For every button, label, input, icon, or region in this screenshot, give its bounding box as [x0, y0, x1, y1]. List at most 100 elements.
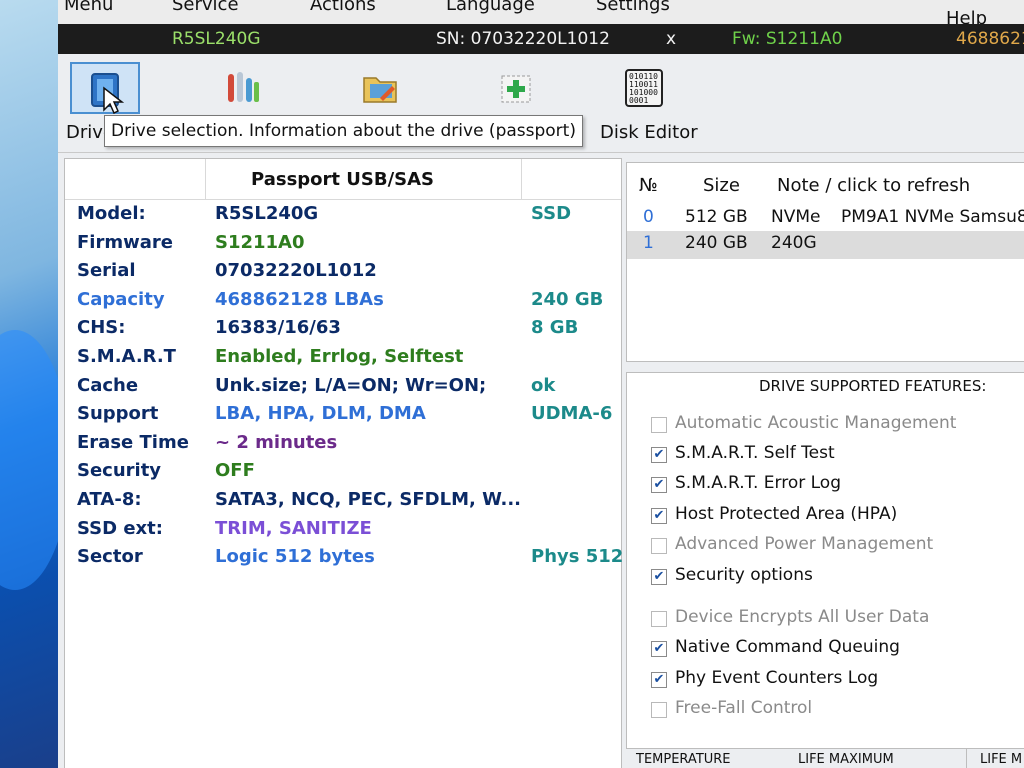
passport-row: Firmware S1211A0 — [65, 232, 621, 261]
passport-value: Enabled, Errlog, Selftest — [215, 346, 464, 367]
passport-label: ATA-8: — [77, 489, 142, 510]
passport-label: SSD ext: — [77, 517, 163, 539]
drive-list-col-note[interactable]: Note / click to refresh — [777, 175, 970, 196]
features-panel: DRIVE SUPPORTED FEATURES: Automatic Acou… — [626, 372, 1024, 750]
feature-label: Device Encrypts All User Data — [675, 607, 930, 627]
feature-label: Automatic Acoustic Management — [675, 413, 957, 433]
stats-bar: TEMPERATURE LIFE MAXIMUM LIFE M — [626, 748, 1024, 768]
passport-row: Serial 07032220L1012 — [65, 260, 621, 289]
empty-checkbox-icon[interactable] — [651, 611, 667, 627]
disk-editor-label: Disk Editor — [600, 122, 698, 143]
passport-value: TRIM, SANITIZE — [215, 517, 372, 539]
passport-value: Unk.size; L/A=ON; Wr=ON; — [215, 374, 487, 396]
passport-value: S1211A0 — [215, 231, 305, 253]
disk-editor-bits-3: 0001 — [629, 96, 648, 105]
passport-value: Logic 512 bytes — [215, 546, 375, 568]
checkmark-icon[interactable]: ✔ — [651, 569, 667, 585]
drive-row-name: PM9A1 NVMe Samsu80 — [841, 207, 1024, 227]
test-tubes-icon — [228, 72, 259, 102]
passport-value: R5SL240G — [215, 203, 319, 224]
menu-item-service[interactable]: Service — [172, 0, 239, 15]
drive-list-col-size[interactable]: Size — [703, 175, 740, 196]
passport-value: 07032220L1012 — [215, 260, 377, 282]
passport-row: S.M.A.R.T Enabled, Errlog, Selftest — [65, 346, 621, 375]
passport-row: Sector Logic 512 bytes Phys 512 — [65, 546, 624, 575]
passport-label: Sector — [77, 546, 143, 568]
drive-row-size: 240 GB — [685, 233, 748, 253]
passport-row: Security OFF — [65, 460, 621, 489]
passport-value: LBA, HPA, DLM, DMA — [215, 403, 426, 425]
passport-row: ATA-8: SATA3, NCQ, PEC, SFDLM, W... — [65, 489, 621, 518]
plus-icon — [501, 75, 531, 103]
passport-label: Firmware — [77, 231, 173, 253]
passport-value: OFF — [215, 460, 255, 482]
folder-edit-icon — [363, 77, 397, 103]
menu-item-actions[interactable]: Actions — [310, 0, 376, 15]
passport-row: Cache Unk.size; L/A=ON; Wr=ON; ok — [65, 375, 621, 404]
desktop-wallpaper — [0, 0, 70, 768]
passport-label: Capacity — [77, 288, 165, 310]
menu-item-language[interactable]: Language — [446, 0, 535, 15]
drive-list-row-selected[interactable]: 1 240 GB 240G — [627, 231, 1024, 259]
passport-value: ~ 2 minutes — [215, 431, 338, 453]
passport-label: Cache — [77, 374, 139, 396]
passport-header: Passport USB/SAS — [65, 159, 621, 200]
drive-info-bar: R5SL240G SN: 07032220L1012 x Fw: S1211A0… — [58, 24, 1024, 54]
feature-label: S.M.A.R.T. Error Log — [675, 473, 841, 493]
checkmark-icon[interactable]: ✔ — [651, 641, 667, 657]
passport-row: Model: R5SL240G SSD — [65, 203, 621, 232]
passport-row: Erase Time ~ 2 minutes — [65, 432, 621, 461]
passport-label: Erase Time — [77, 431, 189, 453]
infobar-lba: 4688621 — [956, 29, 1024, 49]
menu-item-settings[interactable]: Settings — [596, 0, 670, 15]
checkmark-icon[interactable]: ✔ — [651, 508, 667, 524]
add-button[interactable] — [482, 62, 552, 114]
passport-value: 468862128 LBAs — [215, 288, 384, 310]
menu-item-menu[interactable]: Menu — [64, 0, 113, 15]
empty-checkbox-icon[interactable] — [651, 538, 667, 554]
folder-button[interactable] — [346, 62, 416, 114]
feature-label: Phy Event Counters Log — [675, 668, 879, 688]
feature-label: Host Protected Area (HPA) — [675, 504, 898, 524]
passport-row: Support LBA, HPA, DLM, DMA UDMA-6 — [65, 403, 621, 432]
drive-tooltip: Drive selection. Information about the d… — [104, 115, 583, 147]
feature-label: Security options — [675, 565, 813, 585]
drive-row-no: 0 — [643, 207, 654, 227]
passport-label: Support — [77, 403, 159, 425]
life-maximum-label: LIFE MAXIMUM — [798, 752, 894, 767]
infobar-firmware: Fw: S1211A0 — [732, 29, 843, 49]
drive-list-col-no[interactable]: № — [639, 175, 658, 196]
passport-label: CHS: — [77, 317, 126, 339]
passport-extra: SSD — [531, 203, 572, 224]
passport-value: SATA3, NCQ, PEC, SFDLM, W... — [215, 489, 522, 510]
feature-label: S.M.A.R.T. Self Test — [675, 443, 835, 463]
passport-extra: Phys 512 — [531, 546, 624, 568]
passport-value: 16383/16/63 — [215, 317, 341, 339]
features-title: DRIVE SUPPORTED FEATURES: — [759, 377, 987, 395]
checkmark-icon[interactable]: ✔ — [651, 477, 667, 493]
checkmark-icon[interactable]: ✔ — [651, 672, 667, 688]
passport-row: Capacity 468862128 LBAs 240 GB — [65, 289, 621, 318]
passport-extra: 8 GB — [531, 317, 579, 339]
drive-row-size: 512 GB — [685, 207, 748, 227]
smart-tests-button[interactable] — [208, 62, 278, 114]
empty-checkbox-icon[interactable] — [651, 702, 667, 718]
checkmark-icon[interactable]: ✔ — [651, 447, 667, 463]
drive-list-row[interactable]: 0 512 GB NVMe PM9A1 NVMe Samsu80 — [627, 205, 1024, 233]
temperature-label: TEMPERATURE — [636, 752, 731, 767]
infobar-model: R5SL240G — [172, 29, 261, 49]
passport-label: Serial — [77, 260, 136, 282]
infobar-close[interactable]: x — [666, 24, 676, 54]
menu-bar: Menu Service Actions Language Settings H… — [58, 0, 1024, 29]
feature-label: Native Command Queuing — [675, 637, 900, 657]
drive-row-note: NVMe — [771, 207, 821, 227]
passport-label: S.M.A.R.T — [77, 346, 176, 367]
passport-label: Model: — [77, 203, 146, 224]
empty-checkbox-icon[interactable] — [651, 417, 667, 433]
passport-panel: Passport USB/SAS Model: R5SL240G SSD Firmwa… — [64, 158, 624, 768]
drive-row-note: 240G — [771, 233, 817, 253]
life-label: LIFE M — [980, 752, 1023, 767]
disk-editor-button[interactable]: 010110 110011 101000 0001 — [610, 62, 680, 114]
passport-extra: ok — [531, 374, 556, 396]
infobar-serial: SN: 07032220L1012 — [436, 29, 610, 49]
